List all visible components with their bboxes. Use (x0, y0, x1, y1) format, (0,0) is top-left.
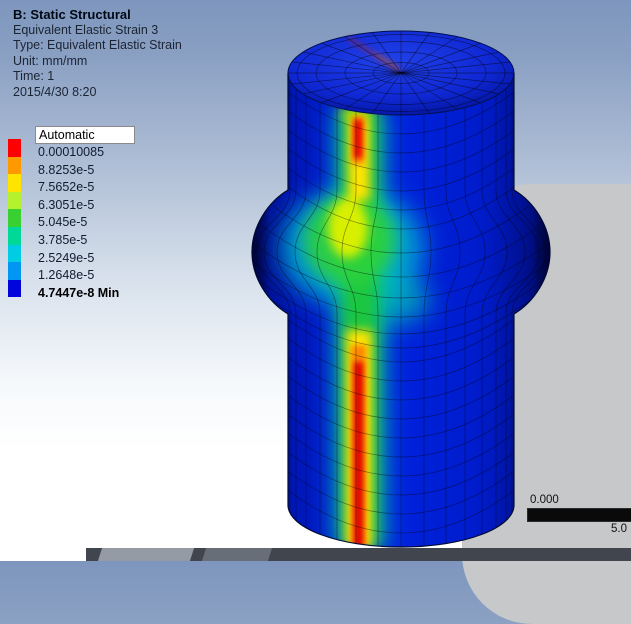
legend-row: 6.3051e-5 (8, 191, 119, 212)
legend-swatch (8, 279, 21, 298)
analysis-title: B: Static Structural (13, 7, 131, 22)
ruler-end-label: 5.0 (611, 523, 627, 535)
legend-swatch (8, 174, 21, 192)
result-time: Time: 1 (13, 69, 55, 83)
legend-swatch (8, 226, 21, 245)
legend-value: 6.3051e-5 (38, 197, 95, 212)
model-top-cap (287, 30, 515, 116)
legend-value: 0.00010085 (38, 145, 105, 159)
result-type: Type: Equivalent Elastic Strain (13, 38, 182, 52)
legend-value: 8.8253e-5 (38, 162, 95, 177)
legend-value: 4.7447e-8 Min (38, 285, 120, 300)
legend-caption-input[interactable]: Automatic (35, 126, 135, 144)
bottom-tab-2[interactable] (201, 548, 273, 561)
ruler-bar (527, 508, 631, 522)
legend-value: 7.5652e-5 (38, 180, 95, 195)
legend-swatch (8, 156, 21, 175)
bottom-tab-strip (86, 548, 631, 561)
result-unit: Unit: mm/mm (13, 53, 88, 68)
ruler-start-label: 0.000 (530, 494, 559, 506)
legend-swatch (8, 191, 21, 210)
legend-row: 1.2648e-5 (8, 262, 119, 283)
legend-value: 3.785e-5 (38, 232, 88, 247)
scale-ruler: 0.000 5.0 (527, 494, 631, 535)
legend-swatch (8, 209, 21, 227)
result-date: 2015/4/30 8:20 (13, 84, 97, 99)
legend-value: 1.2648e-5 (38, 268, 95, 283)
legend-swatch (8, 262, 21, 280)
legend-row: 2.5249e-5 (8, 244, 119, 265)
legend-row: 4.7447e-8 Min (8, 279, 120, 300)
legend-value: 5.045e-5 (38, 215, 88, 230)
legend-value: 2.5249e-5 (38, 250, 95, 265)
cap-mesh (288, 31, 514, 115)
result-info-block: B: Static Structural Equivalent Elastic … (13, 7, 182, 100)
legend-swatch (8, 244, 21, 263)
result-name: Equivalent Elastic Strain 3 (13, 22, 159, 37)
legend-swatch (8, 139, 21, 157)
legend-row: 3.785e-5 (8, 226, 119, 247)
bottom-tab-1[interactable] (97, 548, 195, 561)
legend-row: 7.5652e-5 (8, 174, 119, 195)
strain-legend: Automatic 0.00010085 8.8253e-5 7.5652e-5… (8, 126, 135, 300)
legend-row: 5.045e-5 (8, 209, 119, 230)
legend-row: 8.8253e-5 (8, 156, 119, 177)
ansys-viewport-screenshot: { "header": { "title": "B: Static Struct… (0, 0, 631, 624)
